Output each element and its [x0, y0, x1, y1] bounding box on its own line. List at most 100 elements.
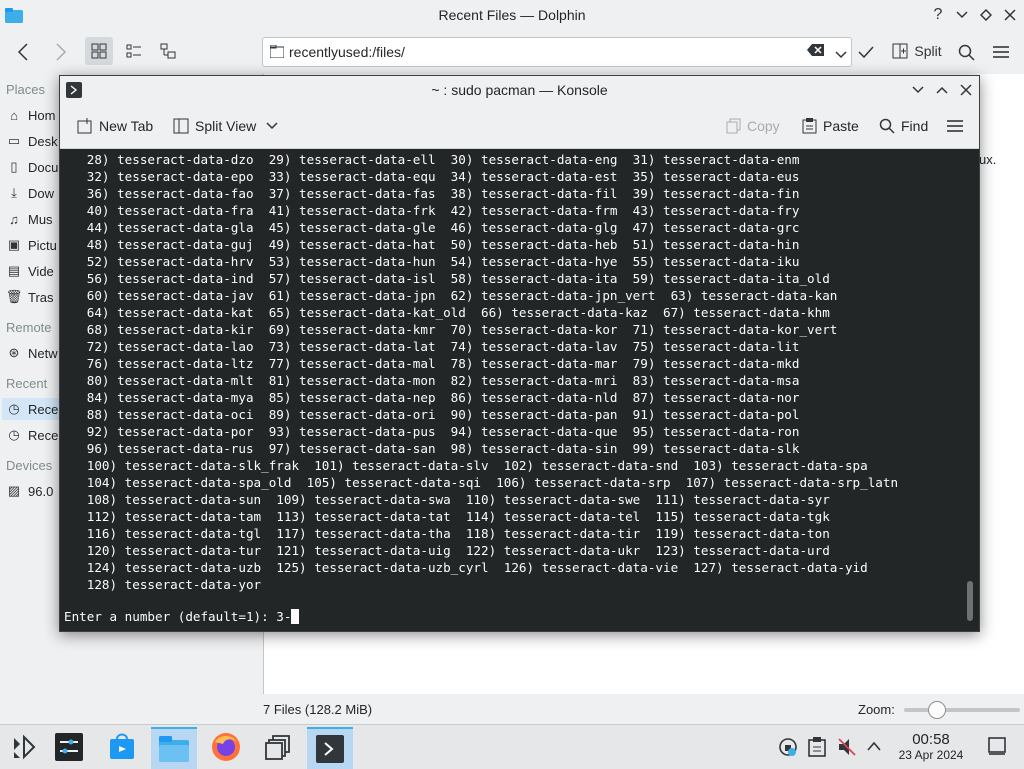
paste-icon: [802, 118, 817, 134]
place-device[interactable]: ▨ 96.0: [6, 480, 53, 502]
chevron-up-icon[interactable]: [867, 739, 881, 754]
app-launcher-icon[interactable]: [0, 727, 46, 767]
place-recent-locations[interactable]: ◷ Rece: [6, 424, 58, 446]
zoom-label: Zoom:: [858, 702, 895, 717]
details-view-icon[interactable]: [154, 37, 182, 65]
place-label: Hom: [28, 107, 56, 123]
forward-icon[interactable]: [48, 40, 74, 64]
place-label: Docu: [28, 159, 59, 175]
dolphin-app-icon: [4, 6, 24, 24]
location-bar[interactable]: recentlyused:/files/: [262, 37, 852, 67]
dolphin-icon[interactable]: [151, 727, 197, 769]
paste-label: Paste: [823, 118, 859, 134]
split-view-button[interactable]: Split View: [173, 104, 278, 148]
minimize-icon[interactable]: [952, 5, 972, 25]
place-label: Vide: [28, 263, 54, 279]
terminal-area[interactable]: 28) tesseract-data-dzo 29) tesseract-dat…: [60, 149, 979, 631]
place-pictures[interactable]: ▣ Pictu: [6, 234, 57, 256]
terminal-line: 36) tesseract-data-fao 37) tesseract-dat…: [64, 186, 800, 201]
split-button[interactable]: Split: [888, 38, 946, 64]
close-icon[interactable]: [1000, 5, 1020, 25]
konsole-menu-button[interactable]: [947, 104, 963, 148]
find-button[interactable]: Find: [879, 104, 928, 148]
maximize-icon[interactable]: [976, 5, 996, 25]
konsole-close-icon[interactable]: [956, 80, 976, 100]
chevron-down-icon[interactable]: [835, 47, 847, 62]
compact-view-icon[interactable]: [120, 37, 148, 65]
place-network[interactable]: ⊛ Netw: [6, 342, 58, 364]
place-trash[interactable]: 🗑 Tras: [6, 286, 54, 308]
window-overview-icon[interactable]: [255, 727, 301, 767]
place-label: 96.0: [28, 483, 54, 499]
new-tab-button[interactable]: New Tab: [77, 104, 153, 148]
place-recent-files[interactable]: ◷ Rece: [2, 398, 60, 420]
place-documents[interactable]: ▯ Docu: [6, 156, 58, 178]
music-icon: ♫: [9, 211, 19, 227]
split-label: Split: [914, 43, 942, 59]
terminal-line: 108) tesseract-data-sun 109) tesseract-d…: [64, 492, 830, 507]
split-icon: [892, 43, 908, 59]
help-icon[interactable]: ?: [928, 5, 948, 25]
terminal-line: 40) tesseract-data-fra 41) tesseract-dat…: [64, 203, 800, 218]
place-downloads[interactable]: ⤓ Dow: [6, 182, 54, 204]
recent-header: Recent: [6, 376, 48, 391]
clock-time[interactable]: 00:58: [895, 731, 967, 748]
terminal-scrollbar[interactable]: [967, 581, 973, 621]
window-title: Recent Files — Dolphin: [438, 7, 586, 23]
clear-icon[interactable]: [807, 43, 825, 60]
terminal-line: 32) tesseract-data-epo 33) tesseract-dat…: [64, 169, 800, 184]
volume-muted-icon[interactable]: [837, 737, 857, 760]
copy-button[interactable]: Copy: [726, 104, 780, 148]
konsole-titlebar: ~ : sudo pacman — Konsole: [60, 76, 979, 104]
discover-icon[interactable]: [99, 727, 145, 767]
hamburger-menu-icon: [947, 120, 963, 132]
terminal-prompt[interactable]: Enter a number (default=1): 3-: [64, 609, 300, 624]
place-label: Desk: [28, 133, 58, 149]
place-desktop[interactable]: ▭ Desk: [6, 130, 58, 152]
checkmark-icon[interactable]: [854, 40, 878, 64]
clock-date[interactable]: 23 Apr 2024: [887, 748, 975, 762]
konsole-app-icon: [66, 82, 82, 98]
terminal-line: 28) tesseract-data-dzo 29) tesseract-dat…: [64, 152, 800, 167]
clipboard-icon[interactable]: [808, 737, 826, 760]
chevron-down-icon: [266, 122, 278, 130]
show-desktop-icon[interactable]: [988, 737, 1006, 758]
copy-icon: [726, 118, 741, 134]
terminal-line: 76) tesseract-data-ltz 77) tesseract-dat…: [64, 356, 800, 371]
network-icon: ⊛: [8, 345, 20, 360]
vault-icon[interactable]: [778, 737, 798, 760]
terminal-line: 124) tesseract-data-uzb 125) tesseract-d…: [64, 560, 868, 575]
place-music[interactable]: ♫ Mus: [6, 208, 52, 230]
paste-button[interactable]: Paste: [802, 104, 859, 148]
terminal-output: 28) tesseract-data-dzo 29) tesseract-dat…: [64, 151, 898, 593]
folder-icon: [270, 45, 284, 58]
place-home[interactable]: ⌂ Hom: [6, 104, 55, 126]
download-icon: ⤓: [11, 185, 17, 200]
file-view-text: ux.: [979, 152, 997, 167]
konsole-minimize-icon[interactable]: [908, 80, 928, 100]
konsole-maximize-icon[interactable]: [932, 80, 952, 100]
place-label: Dow: [28, 185, 55, 201]
icons-view-icon[interactable]: [85, 37, 113, 65]
terminal-line: 84) tesseract-data-mya 85) tesseract-dat…: [64, 390, 800, 405]
recent-files-icon: ◷: [8, 401, 20, 416]
place-label: Tras: [28, 289, 54, 305]
konsole-icon[interactable]: [307, 727, 353, 769]
hamburger-menu-icon[interactable]: [989, 40, 1013, 64]
split-view-icon: [173, 118, 189, 134]
copy-label: Copy: [747, 118, 780, 134]
zoom-slider-handle[interactable]: [928, 701, 946, 719]
place-videos[interactable]: ▤ Vide: [6, 260, 54, 282]
search-icon: [879, 118, 895, 134]
zoom-slider[interactable]: [904, 701, 1020, 719]
back-icon[interactable]: [10, 40, 36, 64]
terminal-line: 128) tesseract-data-yor: [64, 577, 262, 592]
location-text[interactable]: recentlyused:/files/: [289, 44, 405, 60]
place-label: Rece: [28, 401, 59, 417]
system-settings-icon[interactable]: [46, 727, 92, 767]
terminal-line: 92) tesseract-data-por 93) tesseract-dat…: [64, 424, 800, 439]
search-icon[interactable]: [954, 40, 978, 64]
firefox-icon[interactable]: [203, 727, 249, 767]
new-tab-icon: [77, 118, 92, 134]
terminal-line: 64) tesseract-data-kat 65) tesseract-dat…: [64, 305, 830, 320]
